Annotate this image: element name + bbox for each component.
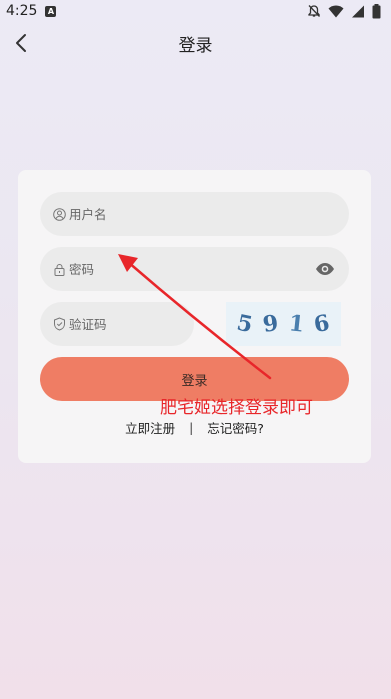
register-link[interactable]: 立即注册 — [125, 418, 175, 437]
status-icons — [307, 3, 381, 19]
login-card: 5 9 1 6 登录 立即注册 | 忘记密码? — [18, 170, 371, 463]
header: 登录 — [0, 26, 391, 60]
user-icon — [52, 207, 66, 221]
wifi-icon — [328, 5, 344, 17]
username-input[interactable] — [69, 206, 269, 222]
captcha-digit: 6 — [312, 309, 332, 339]
eye-icon[interactable] — [315, 261, 335, 277]
notification-icon: A — [45, 5, 57, 17]
captcha-digit: 1 — [287, 310, 306, 338]
captcha-image[interactable]: 5 9 1 6 — [226, 302, 341, 346]
back-arrow-icon — [16, 34, 26, 52]
password-field[interactable] — [40, 247, 349, 291]
page-title: 登录 — [178, 35, 213, 56]
auth-links: 立即注册 | 忘记密码? — [18, 417, 371, 437]
lock-icon — [52, 262, 66, 276]
password-input[interactable] — [69, 261, 269, 277]
username-field[interactable] — [40, 192, 349, 236]
back-button[interactable] — [8, 30, 34, 56]
captcha-digit: 5 — [234, 309, 256, 339]
link-separator: | — [189, 419, 194, 435]
status-bar: 4:25 A — [0, 0, 391, 22]
captcha-field[interactable] — [40, 302, 194, 346]
battery-icon — [372, 3, 381, 18]
captcha-digit: 9 — [261, 310, 281, 338]
status-time: 4:25 — [6, 3, 38, 19]
shield-icon — [52, 317, 66, 331]
forgot-password-link[interactable]: 忘记密码? — [207, 418, 264, 437]
annotation-text: 肥宅姬选择登录即可 — [160, 398, 313, 418]
captcha-input[interactable] — [69, 316, 189, 332]
signal-icon — [352, 5, 364, 17]
mute-icon — [308, 5, 320, 17]
